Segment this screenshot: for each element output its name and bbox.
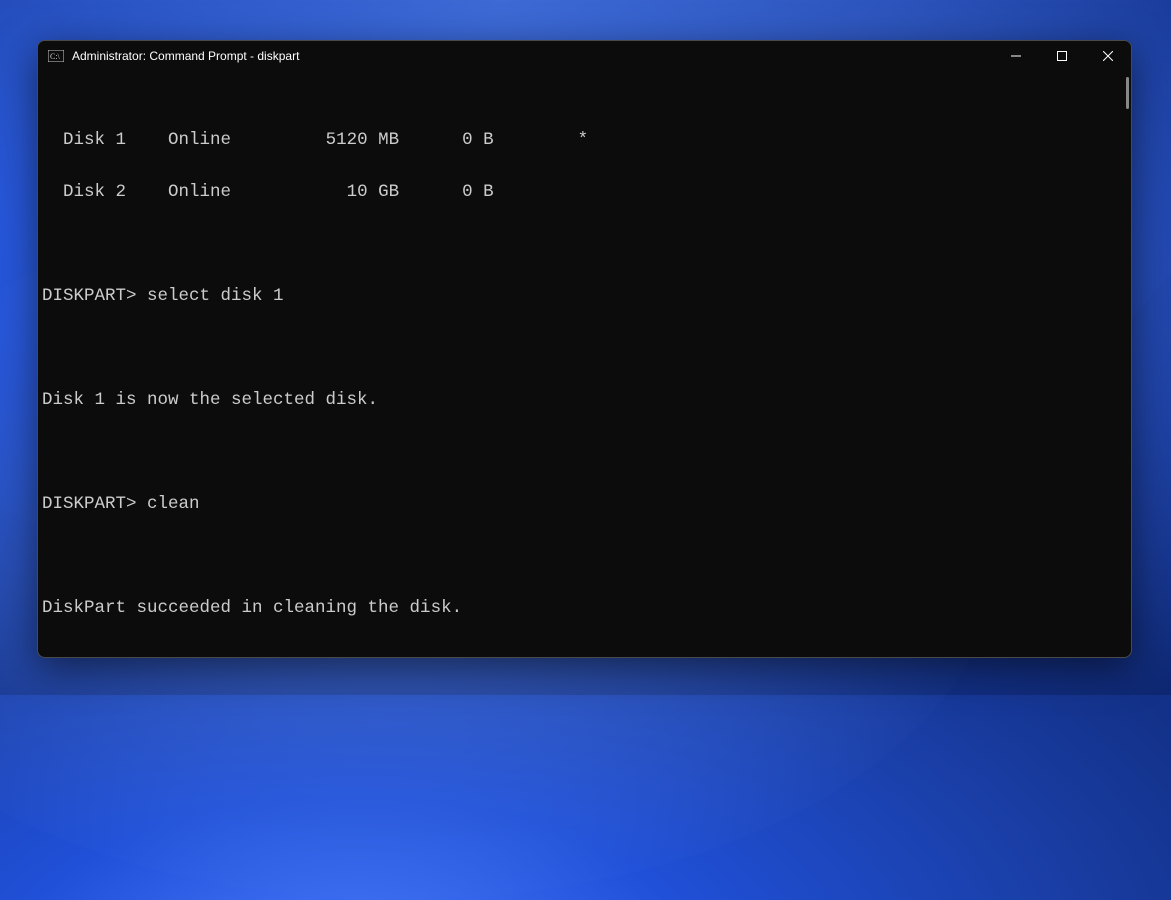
prompt-line: DISKPART> select disk 1 xyxy=(42,283,1127,309)
maximize-button[interactable] xyxy=(1039,41,1085,71)
command-prompt-window: C:\ Administrator: Command Prompt - disk… xyxy=(37,40,1132,658)
scrollbar-thumb[interactable] xyxy=(1126,77,1129,109)
titlebar[interactable]: C:\ Administrator: Command Prompt - disk… xyxy=(38,41,1131,71)
terminal-output[interactable]: Disk 1 Online 5120 MB 0 B * Disk 2 Onlin… xyxy=(38,71,1131,657)
cmd-icon: C:\ xyxy=(48,50,64,62)
window-title: Administrator: Command Prompt - diskpart xyxy=(72,49,299,63)
prompt-line: DISKPART> clean xyxy=(42,491,1127,517)
disk-row: Disk 2 Online 10 GB 0 B xyxy=(42,179,1127,205)
minimize-button[interactable] xyxy=(993,41,1039,71)
output-line: Disk 1 is now the selected disk. xyxy=(42,387,1127,413)
output-line: DiskPart succeeded in cleaning the disk. xyxy=(42,595,1127,621)
svg-text:C:\: C:\ xyxy=(50,52,61,61)
disk-row: Disk 1 Online 5120 MB 0 B * xyxy=(42,127,1127,153)
close-button[interactable] xyxy=(1085,41,1131,71)
window-controls xyxy=(993,41,1131,71)
